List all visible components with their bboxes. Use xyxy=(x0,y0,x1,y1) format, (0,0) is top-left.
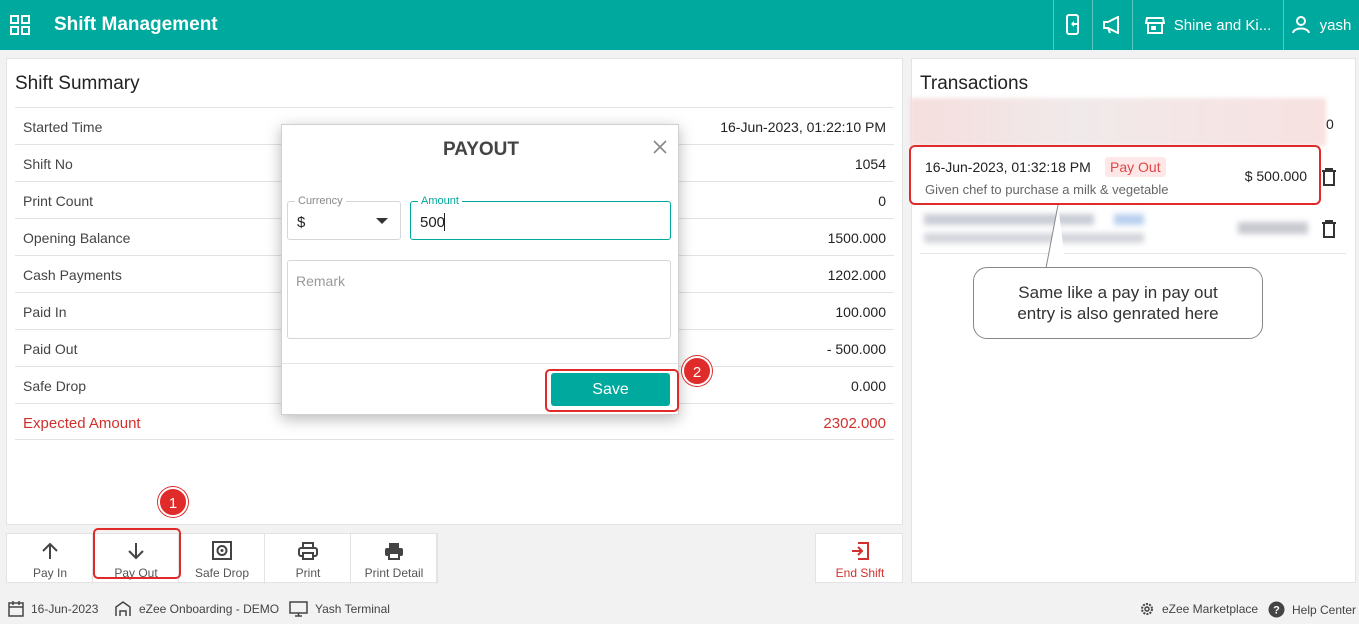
monitor-icon xyxy=(289,601,308,617)
pay-in-label: Pay In xyxy=(32,566,68,580)
amount-value: 500 xyxy=(420,214,446,231)
blurred-row-amount-suffix: 0 xyxy=(1326,116,1334,132)
footer-terminal: Yash Terminal xyxy=(289,601,390,617)
summary-label: Shift No xyxy=(23,156,73,172)
step-marker-2: 2 xyxy=(682,356,712,386)
safe-drop-button[interactable]: Safe Drop xyxy=(179,534,265,584)
annotation-callout: Same like a pay in pay out entry is also… xyxy=(973,267,1263,339)
help-center-link[interactable]: ? Help Center xyxy=(1268,601,1356,618)
user-name: yash xyxy=(1319,16,1352,34)
print-detail-label: Print Detail xyxy=(364,566,424,580)
footer-terminal-text: Yash Terminal xyxy=(315,602,390,616)
pay-in-button[interactable]: Pay In xyxy=(7,534,93,584)
shift-summary-title: Shift Summary xyxy=(15,73,140,94)
gear-icon xyxy=(1141,603,1153,615)
summary-label: Started Time xyxy=(23,119,103,135)
transaction-item-highlighted[interactable]: 16-Jun-2023, 01:32:18 PM Pay Out Given c… xyxy=(909,145,1321,205)
summary-label: Paid In xyxy=(23,304,67,320)
summary-label: Expected Amount xyxy=(23,415,141,432)
delete-icon[interactable] xyxy=(1320,219,1338,239)
summary-value: - 500.000 xyxy=(826,341,886,357)
text-caret xyxy=(444,213,445,231)
print-detail-button[interactable]: Print Detail xyxy=(351,534,437,584)
remark-placeholder: Remark xyxy=(296,273,346,289)
safe-drop-label: Safe Drop xyxy=(194,566,250,580)
summary-value: 2302.000 xyxy=(823,415,886,432)
remark-textarea[interactable]: Remark xyxy=(287,260,671,339)
user-menu[interactable]: yash xyxy=(1283,0,1359,50)
end-shift-label: End Shift xyxy=(835,566,885,580)
amount-label: Amount xyxy=(418,195,462,207)
arrow-up-icon xyxy=(42,542,58,559)
summary-value: 1054 xyxy=(854,156,886,172)
footer-date: 16-Jun-2023 xyxy=(8,601,98,617)
calendar-icon xyxy=(8,601,24,617)
summary-label: Cash Payments xyxy=(23,267,122,283)
delete-icon[interactable] xyxy=(1320,167,1338,187)
summary-label: Paid Out xyxy=(23,341,78,357)
apps-grid-icon[interactable] xyxy=(10,15,30,35)
save-highlight xyxy=(545,369,679,412)
summary-value: 0 xyxy=(878,193,886,209)
currency-label: Currency xyxy=(295,195,346,207)
callout-line-1: Same like a pay in pay out xyxy=(1018,283,1218,302)
transaction-divider xyxy=(920,253,1346,254)
announcement-button[interactable] xyxy=(1092,0,1132,50)
app-title: Shift Management xyxy=(54,14,218,35)
print-label: Print xyxy=(295,566,321,580)
summary-value: 100.000 xyxy=(835,304,886,320)
mobile-icon xyxy=(1066,14,1079,35)
action-bar: Pay In Pay Out Safe Drop Print Print Det… xyxy=(6,533,438,584)
safe-icon xyxy=(212,541,232,560)
exit-icon xyxy=(852,542,869,560)
close-icon[interactable] xyxy=(652,139,668,155)
store-icon xyxy=(1144,17,1165,34)
modal-title: PAYOUT xyxy=(442,139,520,160)
summary-value: 1500.000 xyxy=(827,230,886,246)
blurred-transaction-row xyxy=(910,98,1326,146)
marketplace-link[interactable]: eZee Marketplace xyxy=(1139,601,1258,617)
help-center-text: Help Center xyxy=(1292,602,1357,617)
amount-input[interactable]: Amount 500 xyxy=(410,195,671,240)
transactions-title: Transactions xyxy=(920,73,1029,94)
property-selector[interactable]: Shine and Ki... xyxy=(1132,0,1283,50)
summary-label: Safe Drop xyxy=(23,378,87,394)
footer-date-text: 16-Jun-2023 xyxy=(31,602,99,616)
marketplace-text: eZee Marketplace xyxy=(1162,602,1259,616)
transaction-datetime: 16-Jun-2023, 01:32:18 PM xyxy=(925,159,1091,175)
summary-value: 1202.000 xyxy=(827,267,886,283)
top-bar: Shift Management Shine and Ki... yash xyxy=(0,0,1359,50)
mobile-button[interactable] xyxy=(1053,0,1092,50)
blurred-transaction-row-2 xyxy=(918,206,1318,252)
megaphone-icon xyxy=(1102,16,1119,34)
transaction-amount: $ 500.000 xyxy=(1244,168,1307,184)
footer-hotel: eZee Onboarding - DEMO xyxy=(114,601,279,617)
currency-select[interactable]: Currency $ xyxy=(287,195,401,240)
summary-label: Print Count xyxy=(23,193,94,209)
help-icon: ? xyxy=(1268,601,1285,618)
modal-divider xyxy=(282,363,678,364)
footer-hotel-text: eZee Onboarding - DEMO xyxy=(139,602,280,616)
pay-out-highlight xyxy=(93,528,181,579)
transaction-type-badge: Pay Out xyxy=(1105,157,1166,177)
property-name: Shine and Ki... xyxy=(1173,16,1272,34)
transaction-remark: Given chef to purchase a milk & vegetabl… xyxy=(925,182,1169,197)
printer-detail-icon xyxy=(385,543,403,560)
chevron-down-icon xyxy=(376,218,388,224)
step-marker-1: 1 xyxy=(158,487,188,517)
hotel-icon xyxy=(115,601,131,616)
print-button[interactable]: Print xyxy=(265,534,351,584)
svg-text:?: ? xyxy=(1273,605,1280,617)
callout-pointer xyxy=(1045,205,1066,269)
status-footer: 16-Jun-2023 eZee Onboarding - DEMO Yash … xyxy=(0,595,1359,624)
end-shift-button[interactable]: End Shift xyxy=(815,533,903,583)
user-icon xyxy=(1291,16,1310,34)
callout-line-2: entry is also genrated here xyxy=(1017,304,1219,323)
printer-icon xyxy=(298,542,318,560)
summary-value: 16-Jun-2023, 01:22:10 PM xyxy=(720,119,886,135)
summary-value: 0.000 xyxy=(850,378,886,394)
summary-label: Opening Balance xyxy=(23,230,131,246)
currency-value: $ xyxy=(297,214,306,231)
